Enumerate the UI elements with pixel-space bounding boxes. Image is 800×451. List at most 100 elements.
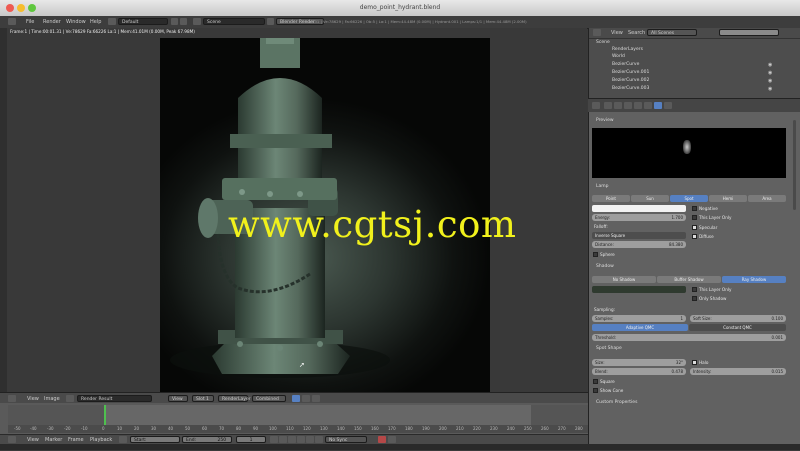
sync-select[interactable]: No Sync: [325, 436, 367, 443]
lamp-type-spot[interactable]: Spot: [670, 195, 708, 202]
slot-select[interactable]: Slot 1: [192, 395, 214, 402]
threshold-field[interactable]: Threshold: 0.001: [592, 334, 786, 341]
object-tab-icon[interactable]: [644, 102, 652, 109]
layer-select[interactable]: RenderLayer: [218, 395, 251, 402]
lamp-type-area[interactable]: Area: [748, 195, 786, 202]
halo-intensity-field[interactable]: Intensity: 0.015: [690, 368, 786, 375]
play-icon[interactable]: [297, 436, 305, 443]
menu-playback[interactable]: Playback: [90, 437, 112, 443]
diffuse-checkbox[interactable]: [692, 234, 697, 239]
menu-file[interactable]: File: [26, 19, 34, 25]
editor-type-icon[interactable]: [593, 29, 601, 36]
visibility-eye-icon[interactable]: ◉: [768, 86, 772, 92]
sphere-checkbox[interactable]: [593, 252, 598, 257]
prev-keyframe-icon[interactable]: [279, 436, 287, 443]
menu-window[interactable]: Window: [66, 19, 86, 25]
custom-properties-header[interactable]: Custom Properties: [590, 400, 792, 408]
current-frame-field[interactable]: 1: [236, 436, 266, 443]
constant-qmc-button[interactable]: Constant QMC: [689, 324, 786, 331]
layout-icon[interactable]: [108, 18, 116, 25]
end-frame-field[interactable]: End: 250: [182, 436, 232, 443]
timeline-current-frame[interactable]: [104, 405, 106, 425]
outliner-row-beziercurve-002[interactable]: BezierCurve.002: [612, 78, 649, 85]
negative-checkbox[interactable]: [692, 206, 697, 211]
outliner-row-world[interactable]: World: [612, 54, 625, 61]
brush-icon[interactable]: [312, 395, 320, 402]
menu-image[interactable]: Image: [44, 396, 60, 402]
lamp-panel-header[interactable]: Lamp: [590, 184, 792, 192]
shadow-type-buffer[interactable]: Buffer Shadow: [657, 276, 721, 283]
energy-field[interactable]: Energy: 1.700: [592, 214, 686, 221]
properties-scrollbar[interactable]: [793, 120, 796, 210]
menu-view[interactable]: View: [27, 437, 39, 443]
texture-tab-icon[interactable]: [664, 102, 672, 109]
menu-render[interactable]: Render: [43, 19, 61, 25]
outliner-row-scene[interactable]: Scene: [596, 40, 610, 47]
menu-view[interactable]: View: [611, 30, 623, 36]
shadow-this-layer-checkbox[interactable]: [692, 287, 697, 292]
outliner-row-beziercurve-003[interactable]: BezierCurve.003: [612, 86, 649, 93]
menu-help[interactable]: Help: [90, 19, 101, 25]
editor-type-icon[interactable]: [8, 18, 16, 25]
adaptive-qmc-button[interactable]: Adaptive QMC: [592, 324, 688, 331]
image-browse-icon[interactable]: [66, 395, 74, 402]
scene-tab-icon[interactable]: [624, 102, 632, 109]
editor-type-icon[interactable]: [8, 395, 16, 402]
outliner-row-renderlayers[interactable]: RenderLayers: [612, 47, 643, 54]
jump-start-icon[interactable]: [270, 436, 278, 443]
editor-type-icon[interactable]: [592, 102, 600, 109]
spot-blend-field[interactable]: Blend: 0.478: [592, 368, 686, 375]
shadow-type-ray[interactable]: Ray Shadow: [722, 276, 786, 283]
show-cone-checkbox[interactable]: [593, 388, 598, 393]
keying-set-icon[interactable]: [388, 436, 396, 443]
record-icon[interactable]: [378, 436, 386, 443]
spot-shape-panel-header[interactable]: Spot Shape: [590, 346, 792, 354]
specular-checkbox[interactable]: [692, 225, 697, 230]
lamp-type-point[interactable]: Point: [592, 195, 630, 202]
remove-layout-icon[interactable]: [180, 18, 187, 25]
visibility-eye-icon[interactable]: ◉: [768, 70, 772, 76]
preview-panel-header[interactable]: Preview: [590, 118, 792, 126]
shadow-type-none[interactable]: No Shadow: [592, 276, 656, 283]
pass-select[interactable]: Combined: [252, 395, 286, 402]
spot-size-field[interactable]: Size: 32°: [592, 359, 686, 366]
only-shadow-checkbox[interactable]: [692, 296, 697, 301]
next-keyframe-icon[interactable]: [306, 436, 314, 443]
layers-tab-icon[interactable]: [614, 102, 622, 109]
play-reverse-icon[interactable]: [288, 436, 296, 443]
timeline-ruler[interactable]: -50 -40 -30 -20 -10 0 10 20 30 40 50 60 …: [8, 425, 588, 433]
visibility-eye-icon[interactable]: ◉: [768, 62, 772, 68]
view-select[interactable]: View: [168, 395, 188, 402]
soft-size-field[interactable]: Soft Size: 0.100: [690, 315, 786, 322]
menu-search[interactable]: Search: [628, 30, 645, 36]
shadow-color-swatch[interactable]: [592, 286, 686, 293]
add-layout-icon[interactable]: [171, 18, 178, 25]
square-checkbox[interactable]: [593, 379, 598, 384]
outliner-search-field[interactable]: [719, 29, 779, 36]
pin-icon[interactable]: [302, 395, 310, 402]
distance-field[interactable]: Distance: 84.380: [592, 241, 686, 248]
visibility-eye-icon[interactable]: ◉: [768, 78, 772, 84]
start-frame-field[interactable]: Start: 1: [130, 436, 180, 450]
outliner-row-beziercurve[interactable]: BezierCurve: [612, 62, 639, 69]
falloff-select[interactable]: Inverse Square: [592, 232, 686, 239]
this-layer-only-checkbox[interactable]: [692, 215, 697, 220]
editor-type-icon[interactable]: [8, 436, 16, 443]
menu-frame[interactable]: Frame: [68, 437, 84, 443]
preview-range-icon[interactable]: [119, 436, 127, 443]
outliner-row-beziercurve-001[interactable]: BezierCurve.001: [612, 70, 649, 77]
menu-view[interactable]: View: [27, 396, 39, 402]
world-tab-icon[interactable]: [634, 102, 642, 109]
samples-field[interactable]: Samples: 1: [592, 315, 686, 322]
display-channels-icon[interactable]: [292, 395, 300, 402]
lamp-color-swatch[interactable]: [592, 205, 686, 212]
jump-end-icon[interactable]: [315, 436, 323, 443]
add-scene-icon[interactable]: [267, 18, 274, 25]
lamp-type-sun[interactable]: Sun: [631, 195, 669, 202]
scene-field[interactable]: Scene: [203, 18, 265, 25]
lamp-data-tab-icon[interactable]: [654, 102, 662, 109]
render-tab-icon[interactable]: [604, 102, 612, 109]
halo-checkbox[interactable]: [692, 360, 697, 365]
shadow-panel-header[interactable]: Shadow: [590, 264, 792, 272]
lamp-type-hemi[interactable]: Hemi: [709, 195, 747, 202]
